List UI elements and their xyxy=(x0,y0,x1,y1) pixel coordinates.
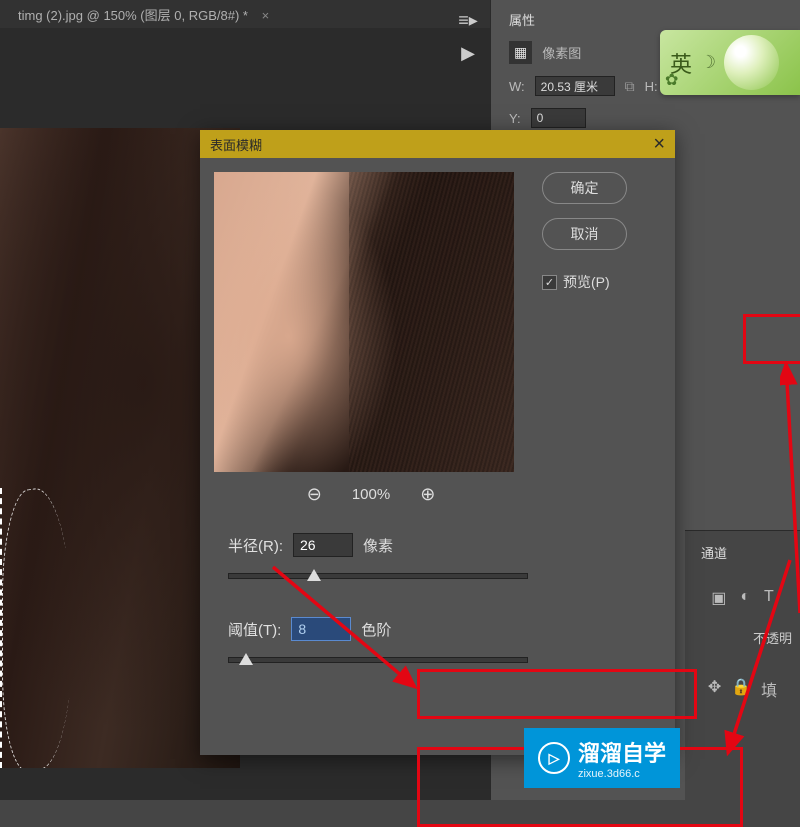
surface-blur-dialog: 表面模糊 × ⊖ 100% ⊕ 半径(R): 像素 阈值(T): xyxy=(200,130,675,755)
y-field[interactable] xyxy=(531,108,586,128)
ime-flower-icon xyxy=(724,35,779,90)
preview-checkbox-row[interactable]: ✓ 预览(P) xyxy=(542,272,662,292)
threshold-slider[interactable] xyxy=(228,657,528,663)
pixel-layer-label: 像素图 xyxy=(542,43,581,62)
zoom-in-button[interactable]: ⊕ xyxy=(420,484,435,505)
watermark-url: zixue.3d66.c xyxy=(578,768,666,780)
channels-tab[interactable]: 通道 xyxy=(693,539,792,566)
radius-unit: 像素 xyxy=(363,535,393,556)
type-icon[interactable]: T xyxy=(764,588,774,608)
zoom-value: 100% xyxy=(352,486,390,503)
lock-icon[interactable]: 🔒 xyxy=(731,677,751,701)
move-icon[interactable]: ✥ xyxy=(708,677,721,701)
radius-label: 半径(R): xyxy=(228,535,283,556)
threshold-unit: 色阶 xyxy=(361,619,391,640)
radius-slider[interactable] xyxy=(228,573,528,579)
zoom-out-button[interactable]: ⊖ xyxy=(307,484,322,505)
mini-toolbar: ≡▸ ▶ xyxy=(453,10,483,64)
dialog-close-button[interactable]: × xyxy=(653,133,665,156)
watermark-badge: ▷ 溜溜自学 zixue.3d66.c xyxy=(524,728,680,788)
image-icon[interactable]: ▣ xyxy=(711,588,726,608)
width-label: W: xyxy=(509,79,525,94)
align-icon[interactable]: ≡▸ xyxy=(458,10,478,31)
close-tab-icon[interactable]: × xyxy=(262,8,270,23)
radius-input[interactable] xyxy=(293,533,353,557)
pixel-layer-icon: ▦ xyxy=(509,41,532,64)
cancel-button[interactable]: 取消 xyxy=(542,218,627,250)
fill-label: 填 xyxy=(761,677,777,701)
dialog-title: 表面模糊 xyxy=(210,135,262,154)
channels-panel: 通道 ▣ ◐ T 不透明 ✥ 🔒 填 xyxy=(685,530,800,800)
link-wh-icon[interactable]: ⧉ xyxy=(625,78,635,95)
threshold-input[interactable] xyxy=(291,617,351,641)
opacity-label: 不透明 xyxy=(693,628,792,647)
document-tab[interactable]: timg (2).jpg @ 150% (图层 0, RGB/8#) * × xyxy=(8,1,279,28)
ime-gear-icon[interactable]: ✿ xyxy=(665,70,678,90)
threshold-row: 阈值(T): 色阶 xyxy=(214,609,528,649)
tab-title: timg (2).jpg @ 150% (图层 0, RGB/8#) * xyxy=(18,8,248,23)
preview-checkbox[interactable]: ✓ xyxy=(542,275,557,290)
adjustment-icon[interactable]: ◐ xyxy=(740,588,750,608)
watermark-text: 溜溜自学 xyxy=(578,741,666,766)
threshold-slider-thumb[interactable] xyxy=(239,653,253,665)
threshold-label: 阈值(T): xyxy=(228,619,281,640)
y-label: Y: xyxy=(509,111,521,126)
width-field[interactable] xyxy=(535,76,615,96)
preview-label: 预览(P) xyxy=(563,272,610,292)
panel-icons-row: ▣ ◐ T xyxy=(693,588,792,608)
ime-floating-bar[interactable]: 英 ☽ ✿ xyxy=(660,30,800,95)
preview-thumbnail[interactable] xyxy=(214,172,514,472)
dialog-title-bar[interactable]: 表面模糊 × xyxy=(200,130,675,158)
radius-row: 半径(R): 像素 xyxy=(214,525,528,565)
watermark-logo-icon: ▷ xyxy=(538,742,570,774)
height-label: H: xyxy=(645,79,658,94)
radius-slider-thumb[interactable] xyxy=(307,569,321,581)
marquee-selection xyxy=(0,488,80,768)
properties-title: 属性 xyxy=(509,10,790,29)
play-icon[interactable]: ▶ xyxy=(461,43,475,64)
moon-icon: ☽ xyxy=(700,52,716,73)
ok-button[interactable]: 确定 xyxy=(542,172,627,204)
